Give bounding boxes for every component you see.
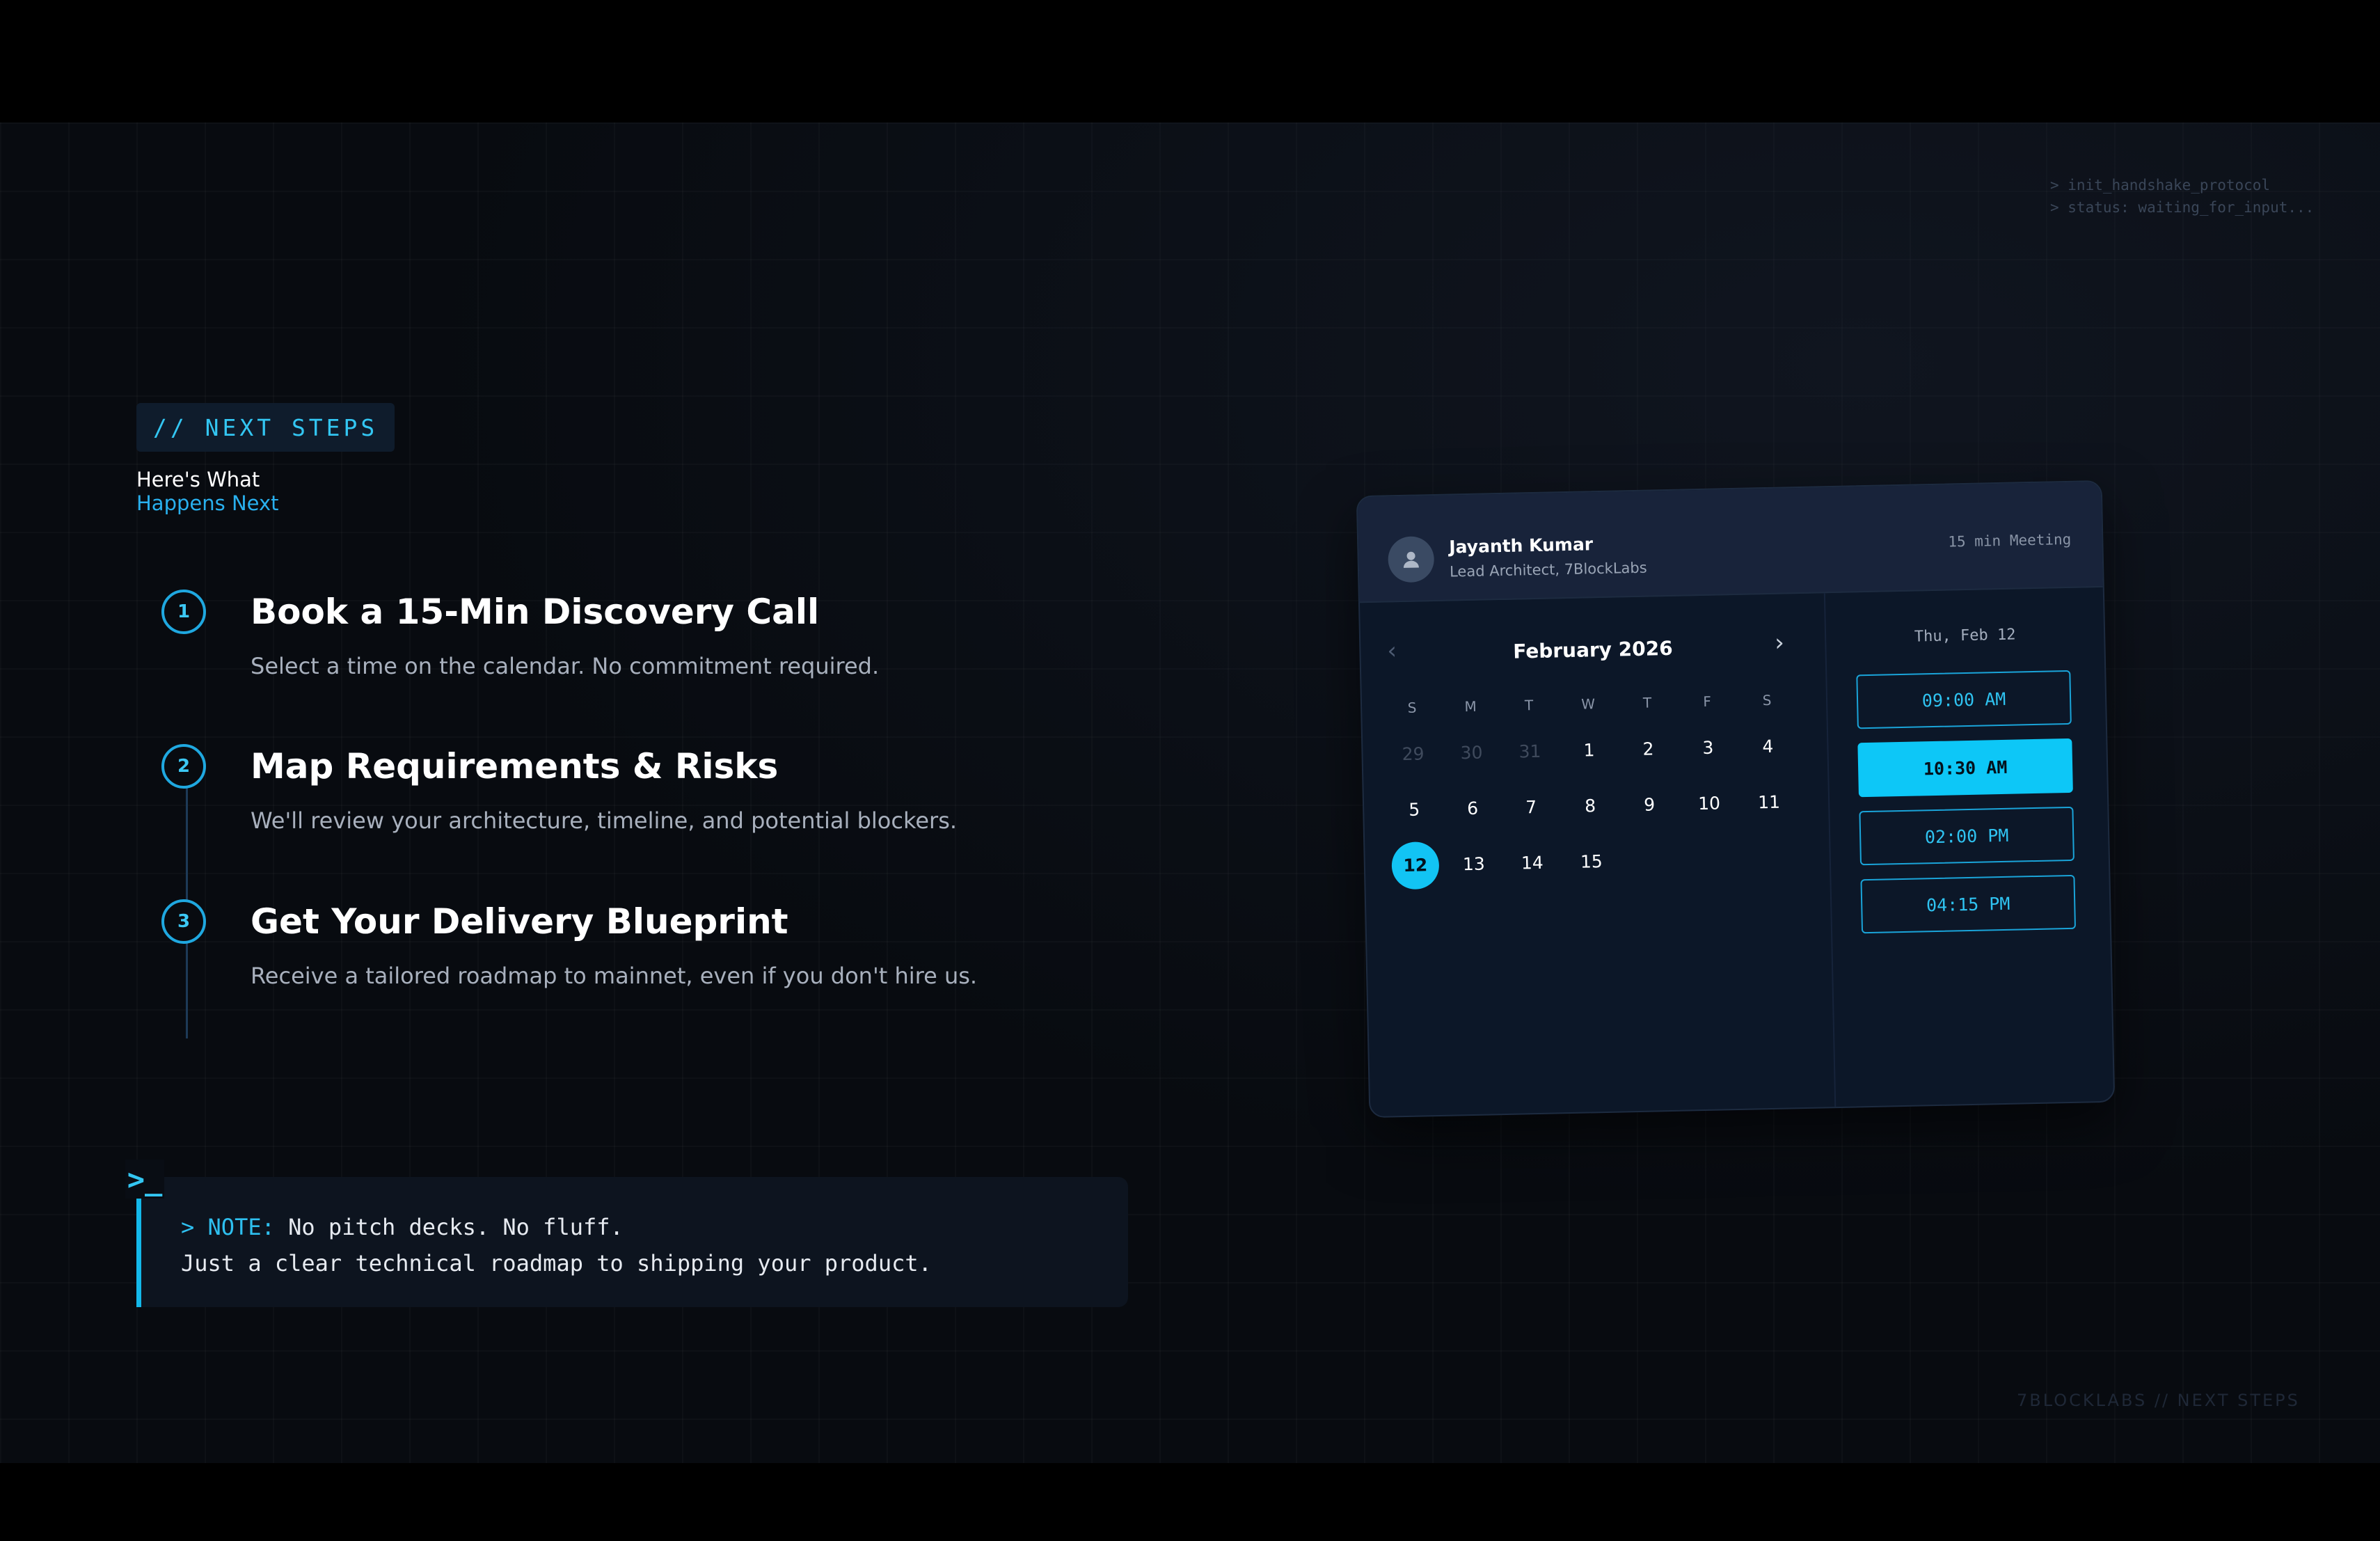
calendar-day[interactable]: 1 <box>1565 727 1613 775</box>
weekday-label: W <box>1580 695 1596 713</box>
time-slot-button[interactable]: 09:00 AM <box>1856 670 2072 729</box>
step-description-1: Select a time on the calendar. No commit… <box>251 653 880 679</box>
calendar-day: 31 <box>1518 741 1541 762</box>
weekday-label: S <box>1407 699 1417 716</box>
note-line2: Just a clear technical roadmap to shippi… <box>181 1250 932 1277</box>
step-title-3: Get Your Delivery Blueprint <box>251 901 788 942</box>
booking-header: Jayanth Kumar Lead Architect, 7BlockLabs… <box>1357 481 2103 603</box>
calendar-day[interactable]: 6 <box>1449 784 1497 832</box>
calendar-day[interactable]: 15 <box>1567 838 1615 886</box>
weekday-label: T <box>1642 694 1652 711</box>
calendar-day[interactable]: 7 <box>1507 783 1555 831</box>
calendar-day[interactable]: 9 <box>1625 781 1673 829</box>
calendar-day[interactable]: 14 <box>1508 839 1556 887</box>
step-number-1: 1 <box>161 590 206 634</box>
calendar-day[interactable]: 3 <box>1684 724 1732 772</box>
section-heading-line2: Happens Next <box>136 491 279 515</box>
calendar-day[interactable]: 8 <box>1566 782 1614 830</box>
step-description-2: We'll review your architecture, timeline… <box>251 807 958 834</box>
steps-connector <box>186 759 188 1038</box>
calendar-day: 30 <box>1460 742 1483 764</box>
calendar-day: 29 <box>1402 743 1425 765</box>
terminal-line: > status: waiting_for_input... <box>2050 199 2315 216</box>
calendar-day[interactable]: 10 <box>1685 780 1733 828</box>
user-avatar-icon <box>1388 536 1435 583</box>
note-callout: > NOTE: No pitch decks. No fluff. Just a… <box>136 1177 1128 1307</box>
weekday-label: S <box>1762 691 1772 709</box>
footer-label: 7BLOCKLABS // NEXT STEPS <box>2017 1391 2300 1410</box>
time-slot-button[interactable]: 02:00 PM <box>1859 806 2074 866</box>
calendar-day[interactable]: 11 <box>1745 778 1793 826</box>
terminal-status: > init_handshake_protocol > status: wait… <box>2050 174 2314 219</box>
terminal-line: > init_handshake_protocol <box>2050 177 2271 193</box>
note-line1: No pitch decks. No fluff. <box>274 1214 624 1240</box>
terminal-prompt-icon: >_ <box>125 1160 164 1199</box>
selected-date-label: Thu, Feb 12 <box>1914 626 2016 646</box>
calendar-day-selected[interactable]: 12 <box>1391 841 1440 890</box>
step-number-3: 3 <box>161 899 206 944</box>
calendar-day[interactable]: 4 <box>1744 722 1792 770</box>
section-heading-line1: Here's What <box>136 468 260 491</box>
step-number-2: 2 <box>161 744 206 789</box>
calendar-day[interactable]: 2 <box>1624 725 1672 773</box>
time-slot-button-selected[interactable]: 10:30 AM <box>1857 738 2073 798</box>
next-steps-slide: > init_handshake_protocol > status: wait… <box>0 123 2380 1463</box>
host-role: Lead Architect, 7BlockLabs <box>1449 559 1647 580</box>
next-month-chevron-right-icon[interactable]: › <box>1775 629 1784 656</box>
note-tag: > NOTE: <box>181 1214 275 1240</box>
step-title-1: Book a 15-Min Discovery Call <box>251 592 820 632</box>
weekday-label: F <box>1703 693 1712 710</box>
weekday-label: T <box>1524 697 1534 714</box>
calendar-day[interactable]: 5 <box>1390 786 1438 834</box>
time-slot-button[interactable]: 04:15 PM <box>1860 874 2077 934</box>
step-description-3: Receive a tailored roadmap to mainnet, e… <box>251 963 978 989</box>
calendar-divider <box>1823 593 1836 1107</box>
host-name: Jayanth Kumar <box>1449 534 1594 558</box>
calendar-month-label: February 2026 <box>1512 636 1673 663</box>
meeting-length: 15 min Meeting <box>1948 530 2072 551</box>
section-badge: // NEXT STEPS <box>136 403 395 452</box>
step-title-2: Map Requirements & Risks <box>251 746 779 787</box>
weekday-label: M <box>1464 697 1477 716</box>
calendar-day[interactable]: 13 <box>1450 840 1498 888</box>
booking-widget: Jayanth Kumar Lead Architect, 7BlockLabs… <box>1356 480 2116 1119</box>
